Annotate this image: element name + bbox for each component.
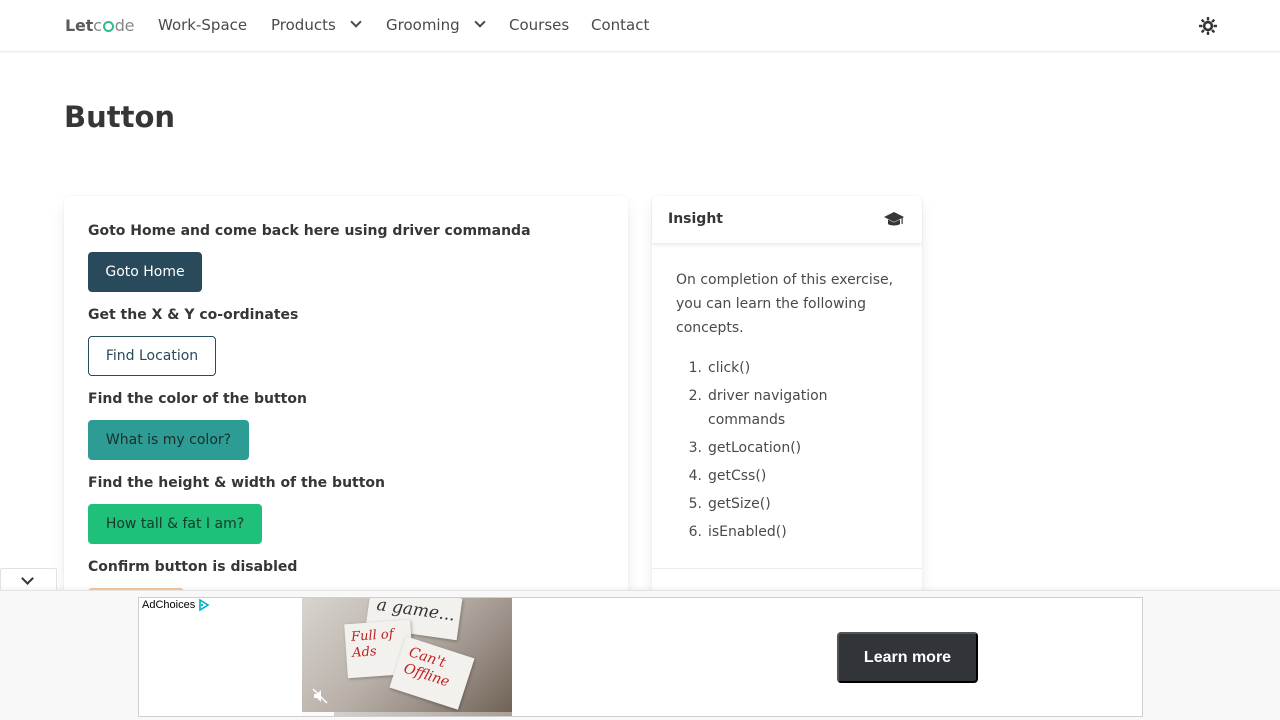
exercise-label-size: Find the height & width of the button: [88, 475, 386, 491]
nav-item-label: Grooming: [386, 16, 460, 34]
concepts-list: 1. click() 2. driver navigation commands 3…: [676, 356, 906, 548]
chevron-down-icon: [473, 16, 486, 28]
chevron-down-icon: [21, 572, 34, 585]
exercise-label-coordinates: Get the X & Y co-ordinates: [88, 307, 299, 323]
insight-header: Insight: [652, 196, 922, 244]
insight-title: Insight: [668, 211, 723, 227]
list-number: 6.: [688, 524, 702, 540]
logo-text-3: de: [114, 16, 135, 35]
list-item: 2. driver navigation commands: [676, 384, 906, 432]
list-text: getLocation(): [708, 440, 802, 456]
exercise-label-disabled: Confirm button is disabled: [88, 559, 298, 575]
graduation-cap-icon: [884, 212, 904, 226]
nav-item-workspace[interactable]: Work-Space: [158, 16, 247, 34]
ad-progress-bar: [302, 712, 512, 716]
navbar: Let c de Work-Space Products Grooming Co…: [0, 0, 1280, 52]
divider: [652, 568, 922, 569]
list-text: getSize(): [708, 496, 771, 512]
adchoices-link[interactable]: AdChoices: [142, 599, 210, 611]
logo-text-1: Let: [65, 16, 94, 35]
list-item: 5. getSize(): [676, 492, 906, 516]
list-number: 2.: [688, 388, 702, 404]
exercise-label-goto-home: Goto Home and come back here using drive…: [88, 223, 531, 239]
list-text: driver navigation commands: [708, 388, 828, 428]
learn-more-button[interactable]: Learn more: [837, 632, 978, 683]
logo[interactable]: Let c de: [65, 16, 135, 35]
nav-item-label: Work-Space: [158, 16, 248, 34]
exercise-card: Goto Home and come back here using drive…: [64, 196, 628, 598]
nav-item-grooming[interactable]: Grooming: [386, 16, 486, 34]
page-title: Button: [64, 100, 176, 134]
what-is-my-color-button[interactable]: What is my color?: [88, 420, 249, 460]
list-text: click(): [708, 360, 751, 376]
goto-home-button[interactable]: Goto Home: [88, 252, 202, 292]
insight-card: Insight On completion of this exercise, …: [652, 196, 922, 596]
adchoices-label: AdChoices: [142, 599, 196, 611]
list-number: 1.: [688, 360, 702, 376]
logo-text-2: c: [93, 16, 102, 35]
find-location-button[interactable]: Find Location: [88, 336, 216, 376]
theme-toggle-icon[interactable]: [1199, 17, 1217, 35]
list-item: 6. isEnabled(): [676, 520, 906, 544]
list-number: 3.: [688, 440, 702, 456]
list-item: 3. getLocation(): [676, 436, 906, 460]
nav-item-label: Courses: [509, 16, 570, 34]
ad-note: Can't Offline: [389, 636, 475, 710]
list-text: isEnabled(): [708, 524, 787, 540]
adchoices-icon: [199, 599, 210, 611]
exercise-label-color: Find the color of the button: [88, 391, 307, 407]
chevron-down-icon: [350, 16, 362, 28]
list-number: 4.: [688, 468, 702, 484]
nav-item-label: Products: [271, 16, 336, 34]
list-text: getCss(): [708, 468, 767, 484]
list-item: 1. click(): [676, 356, 906, 380]
insight-intro: On completion of this exercise, you can …: [676, 272, 894, 336]
nav-item-courses[interactable]: Courses: [509, 16, 569, 34]
nav-item-products[interactable]: Products: [271, 16, 362, 34]
nav-item-label: Contact: [591, 16, 650, 34]
ad-video[interactable]: a game... Full of Ads Can't Offline: [302, 598, 512, 716]
ad-collapse-tab[interactable]: [0, 568, 57, 592]
ad-container[interactable]: AdChoices a game... Full of Ads Can't Of…: [138, 597, 1143, 717]
ad-progress-fill: [302, 712, 334, 716]
list-number: 5.: [688, 496, 702, 512]
ad-bar: AdChoices a game... Full of Ads Can't Of…: [0, 590, 1280, 720]
mute-icon[interactable]: [312, 688, 328, 704]
logo-ring-icon: [102, 21, 114, 32]
nav-item-contact[interactable]: Contact: [591, 16, 649, 34]
how-tall-fat-button[interactable]: How tall & fat I am?: [88, 504, 262, 544]
list-item: 4. getCss(): [676, 464, 906, 488]
